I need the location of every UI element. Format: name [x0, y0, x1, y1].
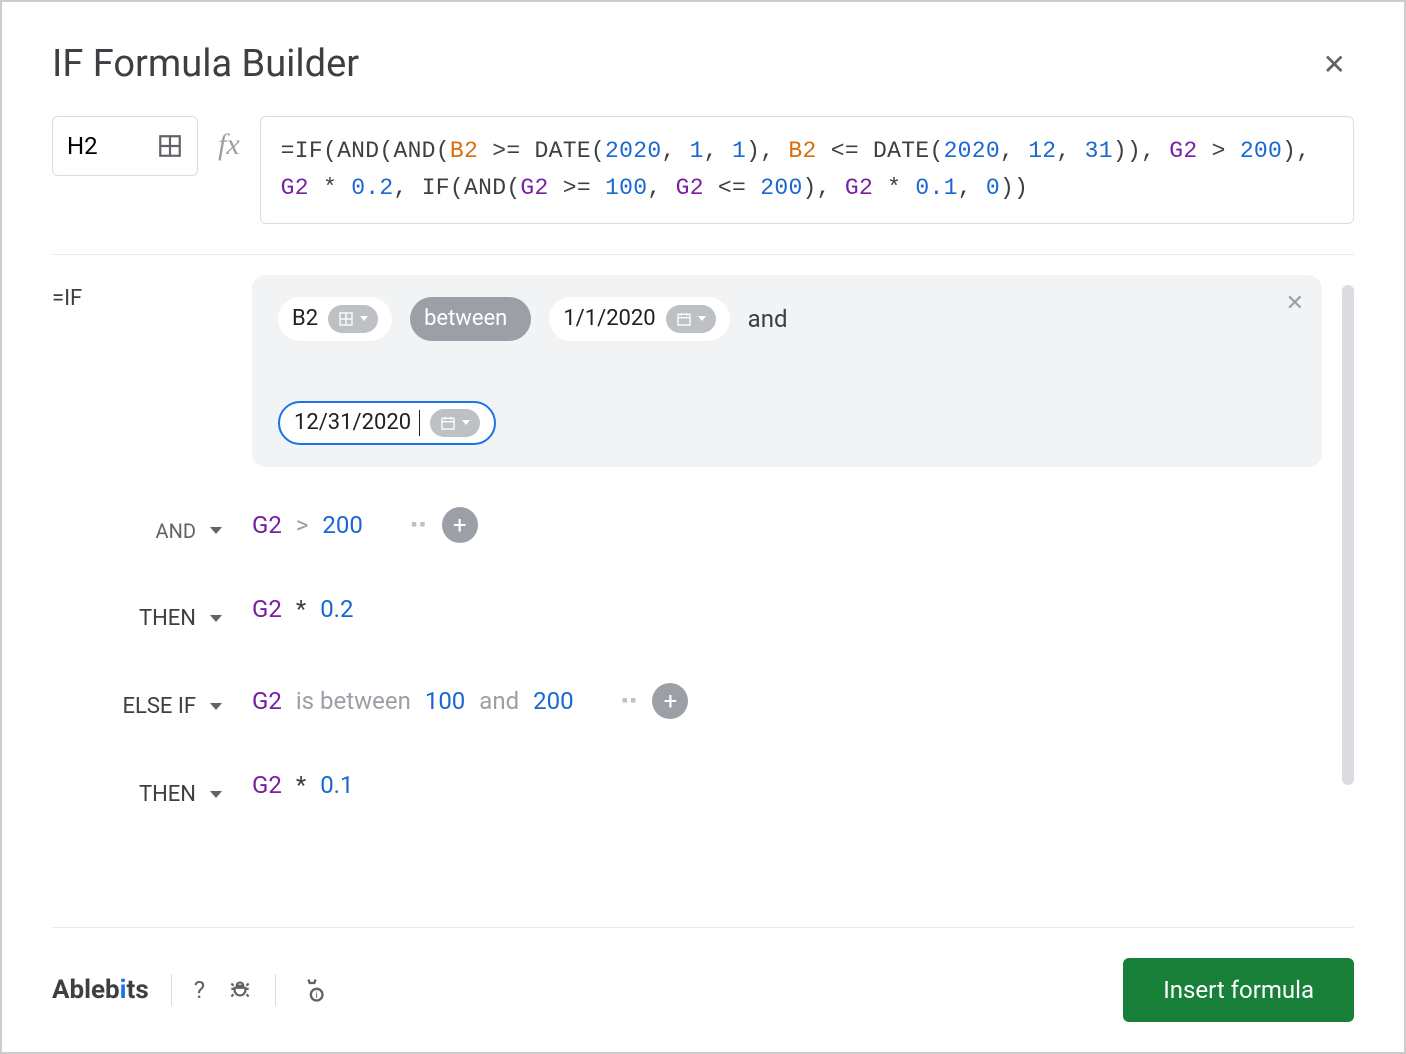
settings-icon[interactable]: i: [298, 976, 326, 1004]
help-button[interactable]: ?: [194, 976, 205, 1004]
elseif-condition[interactable]: G2 is between 100 and 200 ▪▪ +: [252, 683, 1322, 719]
date1-type-chip[interactable]: [666, 305, 716, 333]
bug-icon[interactable]: [227, 977, 253, 1003]
date2-type-chip[interactable]: [430, 409, 480, 437]
drag-handle-icon[interactable]: ▪▪: [622, 690, 639, 711]
cell-type-chip[interactable]: [328, 305, 378, 333]
target-cell-field[interactable]: [52, 116, 198, 176]
close-button[interactable]: ✕: [1315, 44, 1354, 85]
divider: [52, 254, 1354, 255]
insert-formula-button[interactable]: Insert formula: [1123, 958, 1354, 1022]
then-value[interactable]: G2 * 0.2: [252, 595, 1322, 623]
scrollbar[interactable]: [1342, 285, 1354, 785]
date1-pill[interactable]: 1/1/2020: [549, 297, 729, 341]
drag-handle-icon[interactable]: ▪▪: [411, 514, 428, 535]
if-condition-panel: ✕ B2 between 1/1/2020: [252, 275, 1322, 467]
chevron-down-icon: [210, 703, 222, 710]
chevron-down-icon: [210, 791, 222, 798]
operator-pill[interactable]: between: [410, 297, 531, 341]
and-text: and: [748, 305, 788, 333]
elseif-label[interactable]: ELSE IF: [52, 683, 252, 731]
and-condition[interactable]: G2 > 200 ▪▪ +: [252, 507, 1322, 543]
then2-value[interactable]: G2 * 0.1: [252, 771, 1322, 799]
fx-icon: fx: [218, 128, 240, 162]
chevron-down-icon: [210, 615, 222, 622]
page-title: IF Formula Builder: [52, 42, 359, 86]
then2-label[interactable]: THEN: [52, 771, 252, 819]
and-label[interactable]: AND: [52, 507, 252, 555]
divider: [171, 974, 172, 1006]
add-condition-button[interactable]: +: [442, 507, 478, 543]
then-label[interactable]: THEN: [52, 595, 252, 643]
grid-icon[interactable]: [157, 133, 183, 159]
add-condition-button[interactable]: +: [652, 683, 688, 719]
target-cell-input[interactable]: [67, 132, 127, 160]
formula-preview: =IF(AND(AND(B2 >= DATE(2020, 1, 1), B2 <…: [260, 116, 1354, 224]
remove-condition-button[interactable]: ✕: [1286, 293, 1304, 315]
brand-logo: Ablebits: [52, 975, 149, 1005]
svg-text:i: i: [316, 990, 318, 1001]
divider: [275, 974, 276, 1006]
chevron-down-icon: [210, 527, 222, 534]
cell-pill[interactable]: B2: [278, 297, 392, 341]
if-label: =IF: [52, 275, 252, 323]
date2-pill[interactable]: 12/31/2020: [278, 401, 496, 445]
